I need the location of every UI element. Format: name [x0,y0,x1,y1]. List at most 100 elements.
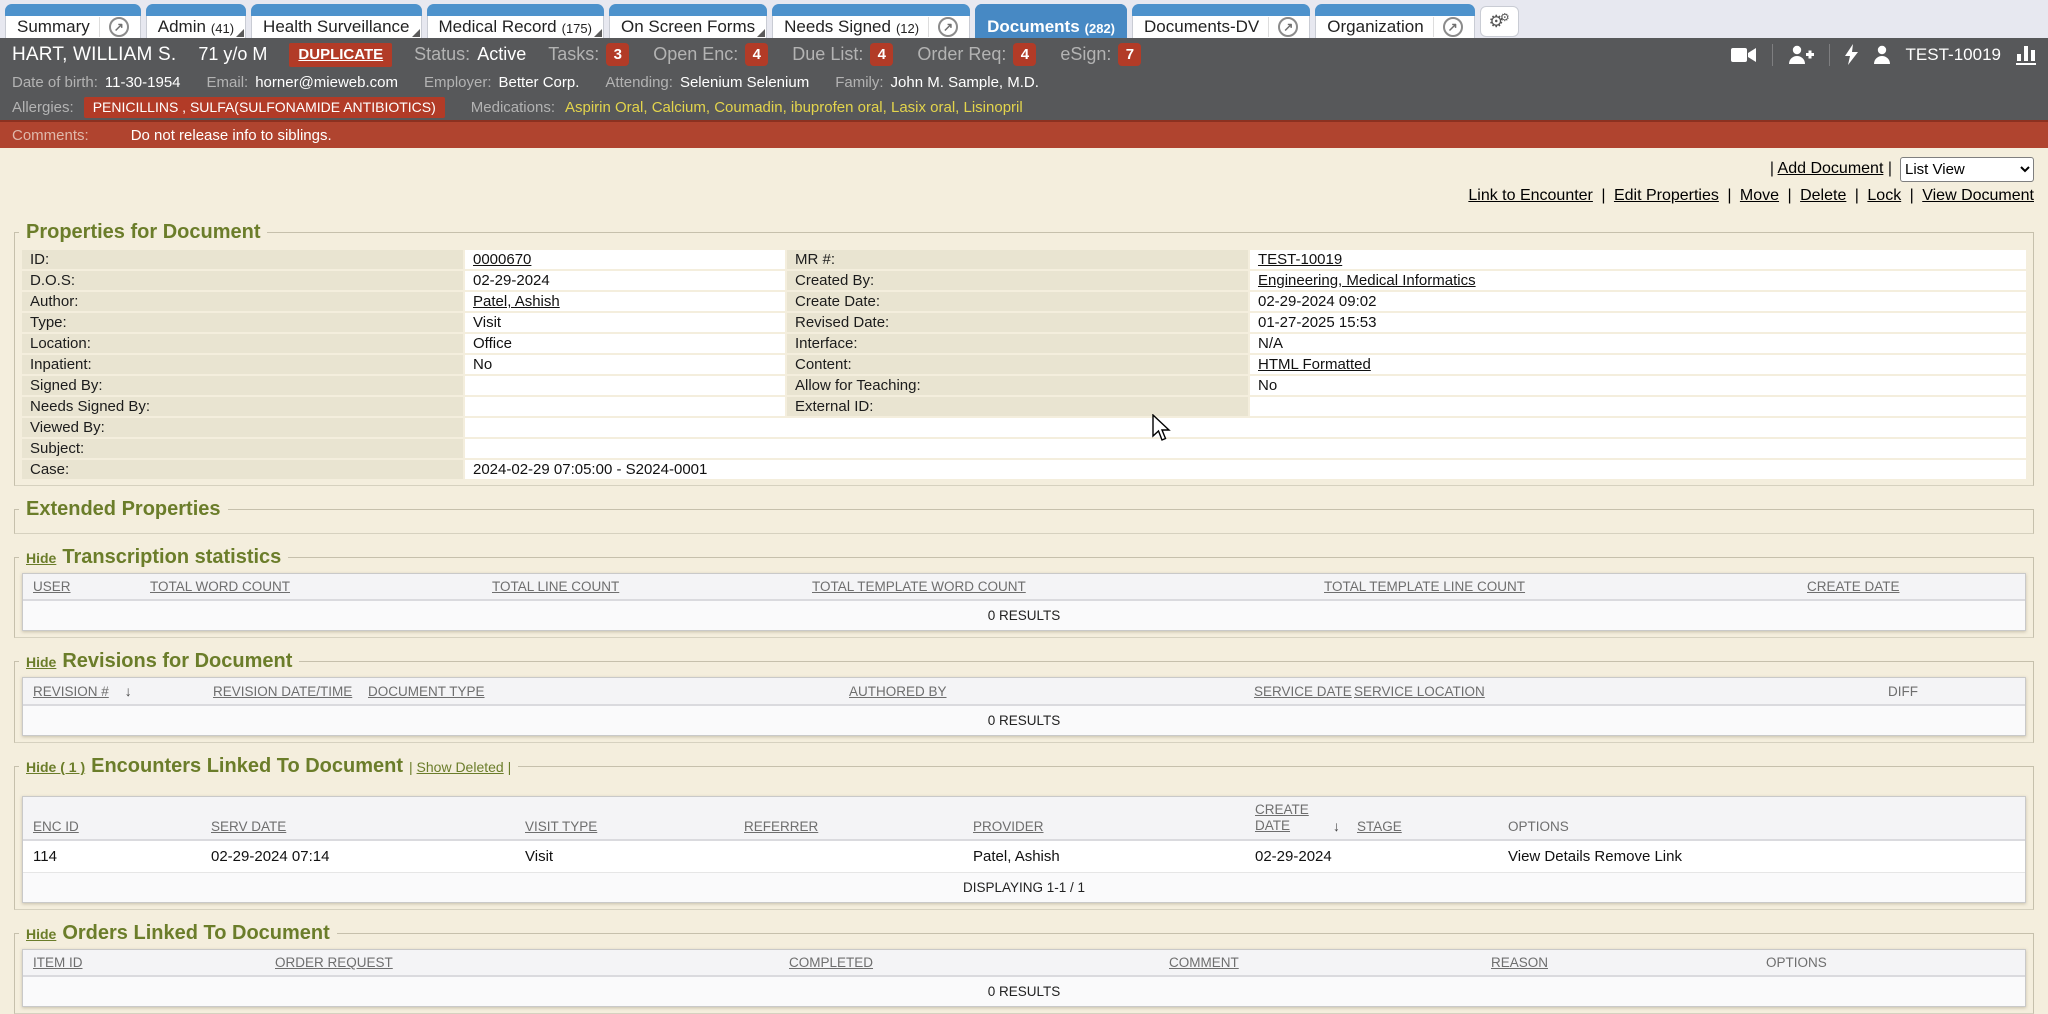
column-header-label[interactable]: SERV DATE [211,819,286,834]
property-value-text: 01-27-2025 15:53 [1258,314,1376,331]
counter-badge[interactable]: 7 [1118,43,1141,66]
orders-hide-link[interactable]: Hide [26,926,56,942]
external-link-icon[interactable]: ↗ [1278,17,1298,37]
column-header-label[interactable]: VISIT TYPE [525,819,597,834]
lightning-icon[interactable] [1845,44,1858,65]
column-header-label[interactable]: STAGE [1357,819,1402,834]
counter-badge[interactable]: 4 [870,43,893,66]
tab-health-surveillance[interactable]: Health Surveillance [251,4,421,38]
property-value-link[interactable]: 0000670 [473,251,531,268]
allergies-label: Allergies: [12,99,74,116]
tab-needs-signed[interactable]: Needs Signed(12)↗ [772,4,970,38]
external-link-icon[interactable]: ↗ [938,17,958,37]
edit-properties-link[interactable]: Edit Properties [1614,187,1719,204]
view-select[interactable]: List View [1900,157,2034,182]
delete-link[interactable]: Delete [1800,187,1846,204]
column-header-label[interactable]: TOTAL WORD COUNT [150,579,290,594]
encounters-column-enc-id: ENC ID [33,814,211,839]
property-value-link[interactable]: HTML Formatted [1258,356,1371,373]
encounters-hide-link[interactable]: Hide ( 1 ) [26,759,85,775]
demographic-value: Selenium Selenium [680,74,809,91]
column-header-label[interactable]: ORDER REQUEST [275,955,393,970]
column-header-label[interactable]: COMMENT [1169,955,1239,970]
property-label: Revised Date: [787,313,1248,332]
bar-chart-icon[interactable] [2016,45,2036,65]
counter-label: Order Req: [917,44,1006,65]
tab-organization[interactable]: Organization ↗ [1315,4,1474,38]
transcription-hide-link[interactable]: Hide [26,550,56,566]
allergy-badge[interactable]: PENICILLINS , SULFA(SULFONAMIDE ANTIBIOT… [84,97,445,118]
column-header-label[interactable]: CREATE DATE [1807,579,1900,594]
medications-list[interactable]: Aspirin Oral, Calcium, Coumadin, ibuprof… [565,99,1023,116]
column-header-label[interactable]: DOCUMENT TYPE [368,684,485,699]
counter-badge[interactable]: 4 [1013,43,1036,66]
tab-label: Organization [1327,17,1423,37]
transcription-column-user: USER [33,574,150,599]
property-label: ID: [22,250,463,269]
column-header-label[interactable]: ENC ID [33,819,79,834]
property-value: 01-27-2025 15:53 [1250,313,2026,332]
property-value: 02-29-2024 [465,271,785,290]
tab-count: (12) [896,18,919,36]
tab-summary[interactable]: Summary↗ [5,4,141,38]
row-cell: 114 [33,841,211,872]
property-value-link[interactable]: TEST-10019 [1258,251,1342,268]
column-header-label[interactable]: AUTHORED BY [849,684,947,699]
view-document-link[interactable]: View Document [1922,187,2034,204]
tab-count: (282) [1085,18,1115,36]
property-value-link[interactable]: Engineering, Medical Informatics [1258,272,1476,289]
transcription-empty-results: 0 RESULTS [23,601,2025,630]
link-to-encounter-link[interactable]: Link to Encounter [1468,187,1593,204]
add-person-icon[interactable] [1788,45,1814,65]
tab-admin[interactable]: Admin(41) [146,4,246,38]
counter-order-req: Order Req: 4 [917,43,1036,66]
property-value [465,397,785,416]
add-document-link[interactable]: Add Document [1778,160,1884,177]
encounters-column-visit-type: VISIT TYPE [525,814,744,839]
lock-link[interactable]: Lock [1867,187,1901,204]
column-header-label[interactable]: REVISION DATE/TIME [213,684,352,699]
external-link-icon[interactable]: ↗ [109,17,129,37]
move-link[interactable]: Move [1740,187,1779,204]
column-header-label[interactable]: USER [33,579,71,594]
video-camera-icon[interactable] [1731,46,1757,64]
external-link-icon[interactable]: ↗ [1443,17,1463,37]
counter-badge[interactable]: 3 [606,43,629,66]
revisions-section: HideRevisions for Document REVISION #↓RE… [14,650,2034,743]
revisions-column-diff: DIFF [1888,679,2015,704]
encounters-row[interactable]: 11402-29-2024 07:14VisitPatel, Ashish02-… [23,841,2025,873]
column-header-label[interactable]: SERVICE LOCATION [1354,684,1485,699]
row-cell [1357,841,1508,872]
column-header-label[interactable]: TOTAL LINE COUNT [492,579,619,594]
sort-descending-icon[interactable]: ↓ [1333,818,1340,834]
column-header-label[interactable]: COMPLETED [789,955,873,970]
row-options[interactable]: View Details Remove Link [1508,841,2015,872]
column-header-label[interactable]: REFERRER [744,819,818,834]
duplicate-badge[interactable]: DUPLICATE [289,43,392,67]
orders-column-item-id: ITEM ID [33,950,275,975]
property-label: Author: [22,292,463,311]
link-separator: | [1593,187,1614,204]
person-icon[interactable] [1873,45,1891,65]
column-header-label[interactable]: CREATE DATE [1255,802,1317,834]
counter-badge[interactable]: 4 [745,43,768,66]
tab-settings-button[interactable]: ⚙ ⚙ [1480,6,1519,37]
column-header-label[interactable]: REVISION # [33,684,109,699]
sort-descending-icon[interactable]: ↓ [125,683,132,699]
tab-medical-record[interactable]: Medical Record(175) [427,4,604,38]
column-header-label[interactable]: TOTAL TEMPLATE WORD COUNT [812,579,1026,594]
revisions-hide-link[interactable]: Hide [26,654,56,670]
column-header-label[interactable]: SERVICE DATE [1254,684,1352,699]
show-deleted-link[interactable]: Show Deleted [417,759,504,775]
column-header-label[interactable]: TOTAL TEMPLATE LINE COUNT [1324,579,1525,594]
tab-label: Admin [158,17,206,37]
property-label: Inpatient: [22,355,463,374]
column-header-label[interactable]: PROVIDER [973,819,1044,834]
tab-on-screen-forms[interactable]: On Screen Forms [609,4,767,38]
property-value-link[interactable]: Patel, Ashish [473,293,560,310]
property-value: TEST-10019 [1250,250,2026,269]
tab-documents-dv[interactable]: Documents-DV↗ [1132,4,1310,38]
column-header-label[interactable]: ITEM ID [33,955,83,970]
tab-documents[interactable]: Documents(282) [975,4,1127,38]
column-header-label[interactable]: REASON [1491,955,1548,970]
